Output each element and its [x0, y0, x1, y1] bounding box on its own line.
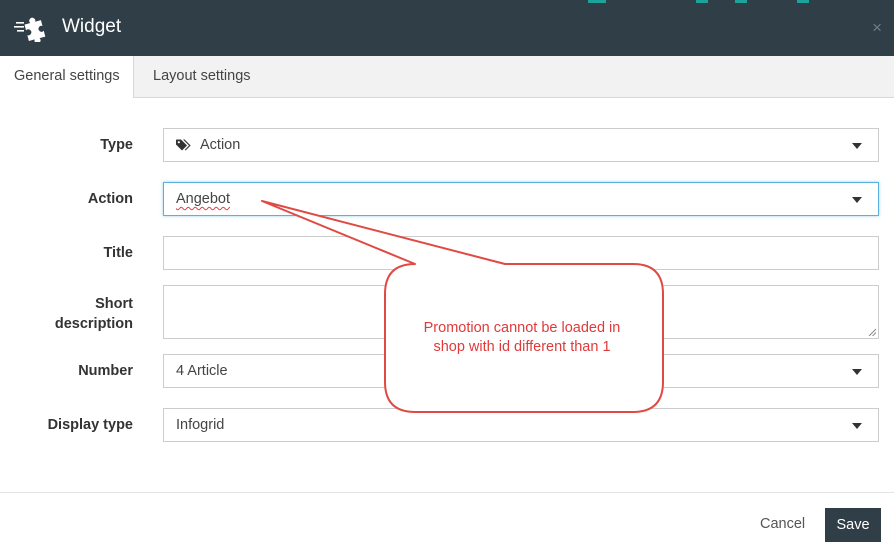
- type-value: Action: [200, 137, 241, 153]
- chevron-down-icon: [852, 369, 862, 375]
- accent-strip: [696, 0, 708, 3]
- dialog-header: Widget ×: [0, 0, 894, 56]
- display-type-select[interactable]: Infogrid: [163, 408, 879, 442]
- tab-general-settings[interactable]: General settings: [0, 56, 134, 98]
- short-description-label-line1: Short: [95, 296, 133, 312]
- chevron-down-icon: [852, 423, 862, 429]
- annotation-line-2: shop with id different than 1: [433, 339, 611, 355]
- action-select[interactable]: Angebot: [163, 182, 879, 216]
- number-value: 4 Article: [176, 363, 228, 379]
- action-label: Action: [87, 191, 133, 207]
- title-label: Title: [103, 245, 133, 261]
- annotation-text: Promotion cannot be loaded in shop with …: [392, 319, 652, 357]
- type-label: Type: [100, 137, 133, 153]
- tags-icon: [176, 139, 191, 151]
- chevron-down-icon: [852, 197, 862, 203]
- short-description-label-line2: description: [54, 316, 133, 332]
- annotation-line-1: Promotion cannot be loaded in: [423, 320, 621, 336]
- save-button[interactable]: Save: [825, 508, 881, 542]
- short-description-label: Short description: [55, 294, 133, 334]
- number-select[interactable]: 4 Article: [163, 354, 879, 388]
- action-value: Angebot: [176, 191, 231, 207]
- accent-strip: [588, 0, 606, 3]
- puzzle-piece-icon: [14, 17, 46, 42]
- title-input[interactable]: [163, 236, 879, 270]
- tab-layout-settings[interactable]: Layout settings: [153, 56, 251, 97]
- resize-handle-icon[interactable]: [868, 328, 876, 336]
- accent-strip: [797, 0, 809, 3]
- chevron-down-icon: [852, 143, 862, 149]
- close-icon[interactable]: ×: [872, 18, 882, 38]
- type-select[interactable]: Action: [163, 128, 879, 162]
- footer-divider: [0, 492, 894, 493]
- dialog-title: Widget: [62, 16, 122, 37]
- display-type-label: Display type: [47, 417, 133, 433]
- cancel-button[interactable]: Cancel: [760, 516, 805, 532]
- accent-strip: [735, 0, 747, 3]
- display-type-value: Infogrid: [176, 417, 225, 433]
- number-label: Number: [78, 363, 133, 379]
- tab-bar: General settings Layout settings: [0, 56, 894, 98]
